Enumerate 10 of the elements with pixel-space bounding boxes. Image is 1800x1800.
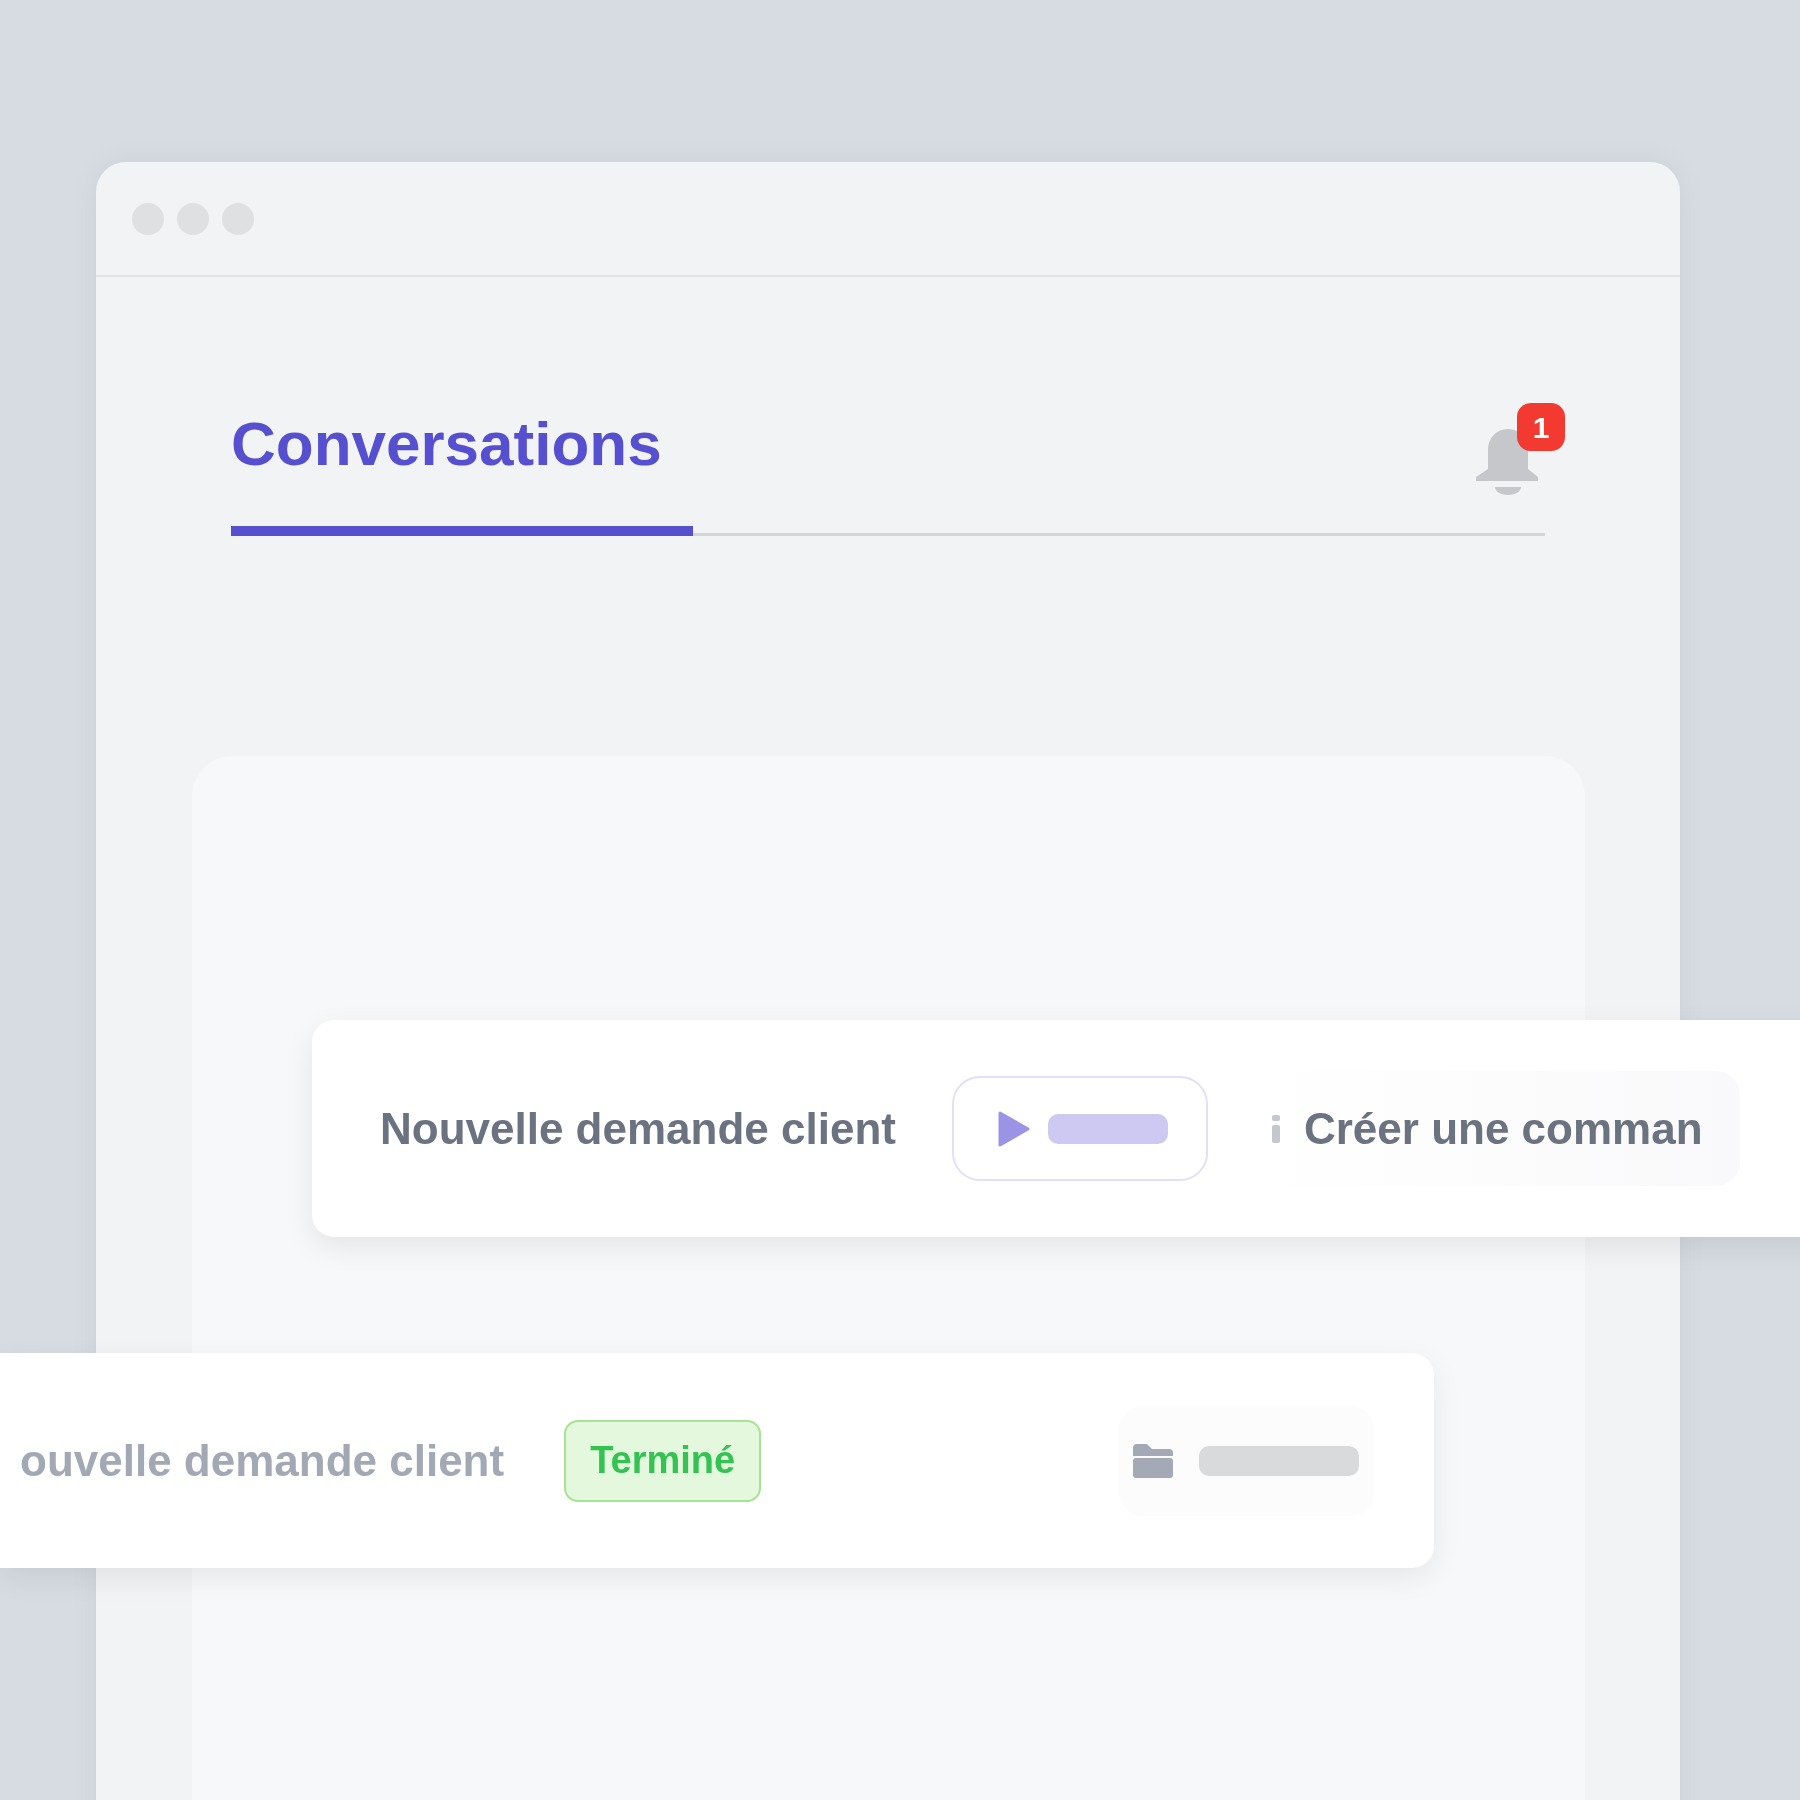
- info-icon: [1271, 1114, 1280, 1143]
- status-badge: Terminé: [564, 1419, 762, 1502]
- tab[interactable]: Conversations: [231, 397, 693, 536]
- action-label: Créer une comman: [1303, 1102, 1703, 1155]
- play-button[interactable]: [951, 1076, 1208, 1181]
- notification-badge: 1: [1517, 403, 1565, 451]
- play-icon: [997, 1110, 1030, 1147]
- conversation-title: ouvelle demande client: [20, 1434, 505, 1487]
- folder-icon: [1133, 1443, 1173, 1478]
- conversation-title: Nouvelle demande client: [380, 1102, 896, 1155]
